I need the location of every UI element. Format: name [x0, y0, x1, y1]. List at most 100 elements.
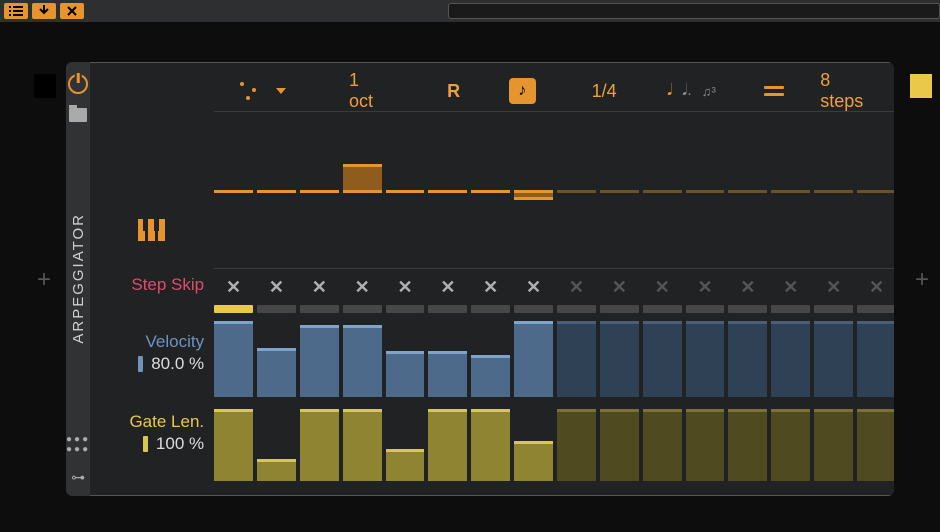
step-position-marker — [728, 305, 767, 313]
offset-step[interactable] — [557, 112, 596, 268]
velocity-step[interactable] — [214, 321, 253, 397]
step-skip-toggle[interactable]: ✕ — [514, 277, 553, 298]
step-skip-toggle[interactable]: ✕ — [857, 277, 894, 298]
add-device-after-button[interactable]: + — [912, 270, 932, 290]
offset-step[interactable] — [686, 112, 725, 268]
velocity-step[interactable] — [471, 355, 510, 397]
rate-mode-value[interactable]: R — [447, 81, 460, 102]
step-skip-toggle[interactable]: ✕ — [686, 277, 725, 298]
close-button[interactable] — [60, 3, 84, 19]
velocity-step[interactable] — [557, 321, 596, 397]
step-skip-toggle[interactable]: ✕ — [386, 277, 425, 298]
step-position-marker — [857, 305, 894, 313]
gate-step[interactable] — [471, 409, 510, 481]
gate-step[interactable] — [814, 409, 853, 481]
pattern-menu-chevron-icon[interactable] — [276, 88, 286, 94]
velocity-grid[interactable] — [214, 315, 894, 397]
gate-step[interactable] — [214, 409, 253, 481]
velocity-step[interactable] — [257, 348, 296, 397]
offset-step[interactable] — [600, 112, 639, 268]
chain-slot-right[interactable] — [910, 74, 932, 98]
velocity-step[interactable] — [857, 321, 894, 397]
velocity-step[interactable] — [600, 321, 639, 397]
step-skip-toggle[interactable]: ✕ — [471, 277, 510, 298]
velocity-step[interactable] — [728, 321, 767, 397]
gate-step[interactable] — [428, 409, 467, 481]
step-position-marker — [643, 305, 682, 313]
step-skip-toggle[interactable]: ✕ — [257, 277, 296, 298]
gate-value[interactable]: 100 % — [156, 434, 204, 454]
modulators-icon[interactable]: ●●●●●● — [66, 435, 90, 455]
gate-step[interactable] — [686, 409, 725, 481]
remote-controls-icon[interactable]: ⊶ — [71, 469, 85, 486]
add-device-before-button[interactable]: + — [34, 270, 54, 290]
offset-step[interactable] — [300, 112, 339, 268]
gate-indicator-icon — [143, 436, 148, 452]
gate-step[interactable] — [514, 441, 553, 481]
offset-step[interactable] — [857, 112, 894, 268]
step-skip-toggle[interactable]: ✕ — [428, 277, 467, 298]
offset-step[interactable] — [386, 112, 425, 268]
retrigger-icon[interactable] — [764, 85, 784, 97]
velocity-step[interactable] — [343, 325, 382, 397]
velocity-step[interactable] — [771, 321, 810, 397]
offset-step[interactable] — [771, 112, 810, 268]
velocity-value[interactable]: 80.0 % — [151, 354, 204, 374]
offset-step[interactable] — [343, 112, 382, 268]
gate-step[interactable] — [771, 409, 810, 481]
gate-step[interactable] — [643, 409, 682, 481]
offset-step[interactable] — [428, 112, 467, 268]
step-skip-toggle[interactable]: ✕ — [214, 277, 253, 298]
offset-step[interactable] — [728, 112, 767, 268]
gate-step[interactable] — [257, 459, 296, 481]
velocity-step[interactable] — [643, 321, 682, 397]
rate-value[interactable]: 1/4 — [592, 81, 617, 102]
timing-straight-icon[interactable]: 𝅘𝅥 — [667, 82, 672, 100]
step-skip-toggle[interactable]: ✕ — [814, 277, 853, 298]
step-skip-toggle[interactable]: ✕ — [643, 277, 682, 298]
power-icon[interactable] — [68, 74, 88, 94]
note-mode-button[interactable]: ♪ — [509, 78, 536, 104]
velocity-step[interactable] — [514, 321, 553, 397]
step-skip-toggle[interactable]: ✕ — [300, 277, 339, 298]
folder-icon[interactable] — [69, 108, 87, 122]
velocity-step[interactable] — [428, 351, 467, 397]
velocity-step[interactable] — [814, 321, 853, 397]
offset-step[interactable] — [643, 112, 682, 268]
timing-dotted-icon[interactable]: 𝅘𝅥. — [682, 82, 692, 100]
step-skip-toggle[interactable]: ✕ — [343, 277, 382, 298]
step-skip-toggle[interactable]: ✕ — [557, 277, 596, 298]
octaves-value[interactable]: 1 oct — [349, 70, 384, 112]
velocity-step[interactable] — [686, 321, 725, 397]
step-position-marker — [600, 305, 639, 313]
chain-slot-left[interactable] — [34, 74, 56, 98]
list-button[interactable] — [4, 3, 28, 19]
timing-triplet-icon[interactable]: ♫³ — [702, 84, 716, 99]
step-skip-toggle[interactable]: ✕ — [600, 277, 639, 298]
offset-step[interactable] — [471, 112, 510, 268]
gate-step[interactable] — [728, 409, 767, 481]
gate-step[interactable] — [600, 409, 639, 481]
gate-step[interactable] — [386, 449, 425, 481]
offset-step[interactable] — [214, 112, 253, 268]
offset-step[interactable] — [514, 112, 553, 268]
download-button[interactable] — [32, 3, 56, 19]
step-skip-toggle[interactable]: ✕ — [728, 277, 767, 298]
offset-step[interactable] — [814, 112, 853, 268]
gate-step[interactable] — [857, 409, 894, 481]
search-input[interactable] — [448, 3, 940, 19]
step-skip-toggle[interactable]: ✕ — [771, 277, 810, 298]
gate-grid[interactable] — [214, 403, 894, 481]
gate-label: Gate Len. — [90, 412, 214, 432]
gate-step[interactable] — [300, 409, 339, 481]
offset-grid[interactable] — [214, 112, 894, 268]
steps-value[interactable]: 8 steps — [820, 70, 872, 112]
controls-row: 1 oct R ♪ 1/4 𝅘𝅥 𝅘𝅥. ♫³ 8 steps — [214, 71, 894, 111]
velocity-step[interactable] — [386, 351, 425, 397]
offset-step[interactable] — [257, 112, 296, 268]
gate-step[interactable] — [343, 409, 382, 481]
pattern-icon[interactable] — [238, 80, 258, 102]
gate-step[interactable] — [557, 409, 596, 481]
velocity-step[interactable] — [300, 325, 339, 397]
step-skip-grid[interactable]: ✕✕✕✕✕✕✕✕✕✕✕✕✕✕✕✕ — [214, 277, 894, 298]
